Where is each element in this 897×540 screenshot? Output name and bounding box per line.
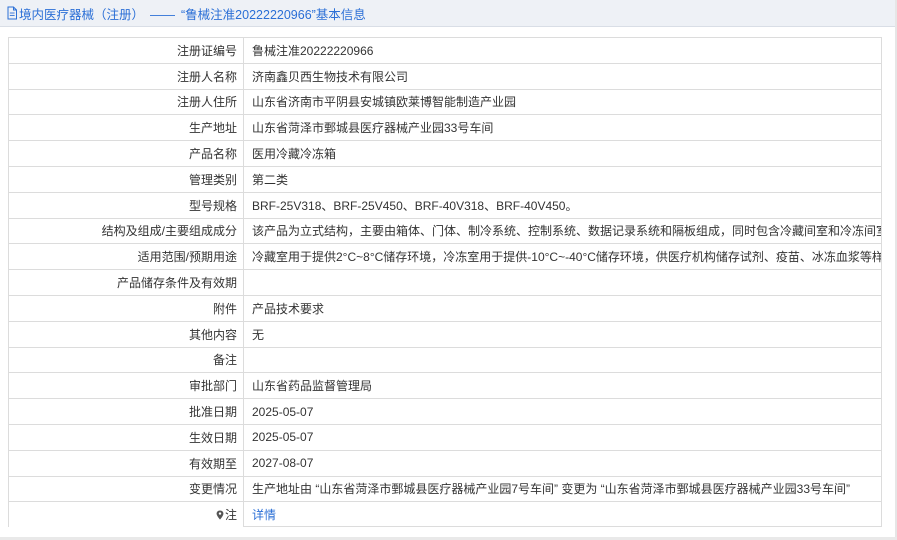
header-category: 境内医疗器械（注册） <box>19 7 145 22</box>
row-label: 备注 <box>9 346 244 374</box>
row-label: 管理类别 <box>9 165 244 193</box>
row-value: 山东省药品监督管理局 <box>243 372 881 400</box>
row-label: 有效期至 <box>9 449 244 477</box>
header-separator: —— <box>150 7 176 22</box>
row-label: 附件 <box>9 294 244 322</box>
row-label: 注册人名称 <box>9 62 244 90</box>
table-row: 产品储存条件及有效期 <box>9 269 881 296</box>
page-header: 境内医疗器械（注册） —— “鲁械注准20222220966”基本信息 <box>0 0 895 27</box>
row-label-note: 注 <box>9 501 244 528</box>
table-row: 附件 产品技术要求 <box>9 294 881 322</box>
row-value: BRF-25V318、BRF-25V450、BRF-40V318、BRF-40V… <box>243 191 881 219</box>
row-value: 山东省菏泽市鄄城县医疗器械产业园33号车间 <box>243 114 881 142</box>
row-value: 2025-05-07 <box>243 398 881 425</box>
map-pin-icon <box>216 510 224 520</box>
row-label: 生产地址 <box>9 114 244 142</box>
table-row: 注册证编号 鲁械注准20222220966 <box>9 38 881 64</box>
row-value: 2027-08-07 <box>243 449 881 477</box>
row-label: 注册证编号 <box>9 38 244 64</box>
row-label: 型号规格 <box>9 191 244 219</box>
row-value: 济南鑫贝西生物技术有限公司 <box>243 62 881 90</box>
row-value: 医用冷藏冷冻箱 <box>243 140 881 167</box>
document-icon <box>7 6 17 20</box>
table-row: 生产地址 山东省菏泽市鄄城县医疗器械产业园33号车间 <box>9 114 881 142</box>
table-row: 结构及组成/主要组成成分 该产品为立式结构，主要由箱体、门体、制冷系统、控制系统、… <box>9 217 881 245</box>
table-row: 注册人住所 山东省济南市平阴县安城镇欧莱博智能制造产业园 <box>9 88 881 116</box>
table-row: 审批部门 山东省药品监督管理局 <box>9 372 881 400</box>
row-value: 产品技术要求 <box>243 294 881 322</box>
row-value: 冷藏室用于提供2°C~8°C储存环境，冷冻室用于提供-10°C~-40°C储存环… <box>243 243 881 271</box>
table-row: 有效期至 2027-08-07 <box>9 449 881 477</box>
row-label: 批准日期 <box>9 398 244 425</box>
header-title: 境内医疗器械（注册） —— “鲁械注准20222220966”基本信息 <box>19 4 366 23</box>
table-row: 产品名称 医用冷藏冷冻箱 <box>9 140 881 167</box>
table-row: 变更情况 生产地址由 “山东省菏泽市鄄城县医疗器械产业园7号车间” 变更为 “山东… <box>9 475 881 503</box>
info-table-container: 注册证编号 鲁械注准20222220966 注册人名称 济南鑫贝西生物技术有限公司 … <box>8 37 882 528</box>
row-label: 产品名称 <box>9 140 244 167</box>
table-row: 生效日期 2025-05-07 <box>9 423 881 451</box>
row-value: 鲁械注准20222220966 <box>243 38 881 64</box>
row-label: 其他内容 <box>9 320 244 348</box>
table-row: 备注 <box>9 346 881 374</box>
header-record-title: “鲁械注准20222220966”基本信息 <box>181 7 366 22</box>
row-value: 山东省济南市平阴县安城镇欧莱博智能制造产业园 <box>243 88 881 116</box>
table-row: 型号规格 BRF-25V318、BRF-25V450、BRF-40V318、BRF… <box>9 191 881 219</box>
table-row: 管理类别 第二类 <box>9 165 881 193</box>
table-row: 注册人名称 济南鑫贝西生物技术有限公司 <box>9 62 881 90</box>
table-row: 其他内容无 <box>9 320 881 348</box>
row-value: 2025-05-07 <box>243 423 881 451</box>
row-value: 该产品为立式结构，主要由箱体、门体、制冷系统、控制系统、数据记录系统和隔板组成，… <box>243 217 881 245</box>
row-label: 注册人住所 <box>9 88 244 116</box>
table-row-note: 注 详情 <box>9 501 881 528</box>
table-row: 适用范围/预期用途 冷藏室用于提供2°C~8°C储存环境，冷冻室用于提供-10°C… <box>9 243 881 271</box>
row-value <box>243 346 881 374</box>
row-value: 无 <box>243 320 881 348</box>
row-label: 产品储存条件及有效期 <box>9 269 244 296</box>
row-label: 适用范围/预期用途 <box>9 243 244 271</box>
detail-link[interactable]: 详情 <box>252 508 276 522</box>
row-label: 变更情况 <box>9 475 244 503</box>
info-table: 注册证编号 鲁械注准20222220966 注册人名称 济南鑫贝西生物技术有限公司 … <box>9 38 881 528</box>
row-value: 第二类 <box>243 165 881 193</box>
row-value <box>243 269 881 296</box>
row-label: 结构及组成/主要组成成分 <box>9 217 244 245</box>
row-label: 审批部门 <box>9 372 244 400</box>
row-value: 生产地址由 “山东省菏泽市鄄城县医疗器械产业园7号车间” 变更为 “山东省菏泽市… <box>243 475 881 503</box>
row-value-note: 详情 <box>243 501 881 528</box>
table-row: 批准日期 2025-05-07 <box>9 398 881 425</box>
row-label: 生效日期 <box>9 423 244 451</box>
note-label: 注 <box>224 508 237 523</box>
